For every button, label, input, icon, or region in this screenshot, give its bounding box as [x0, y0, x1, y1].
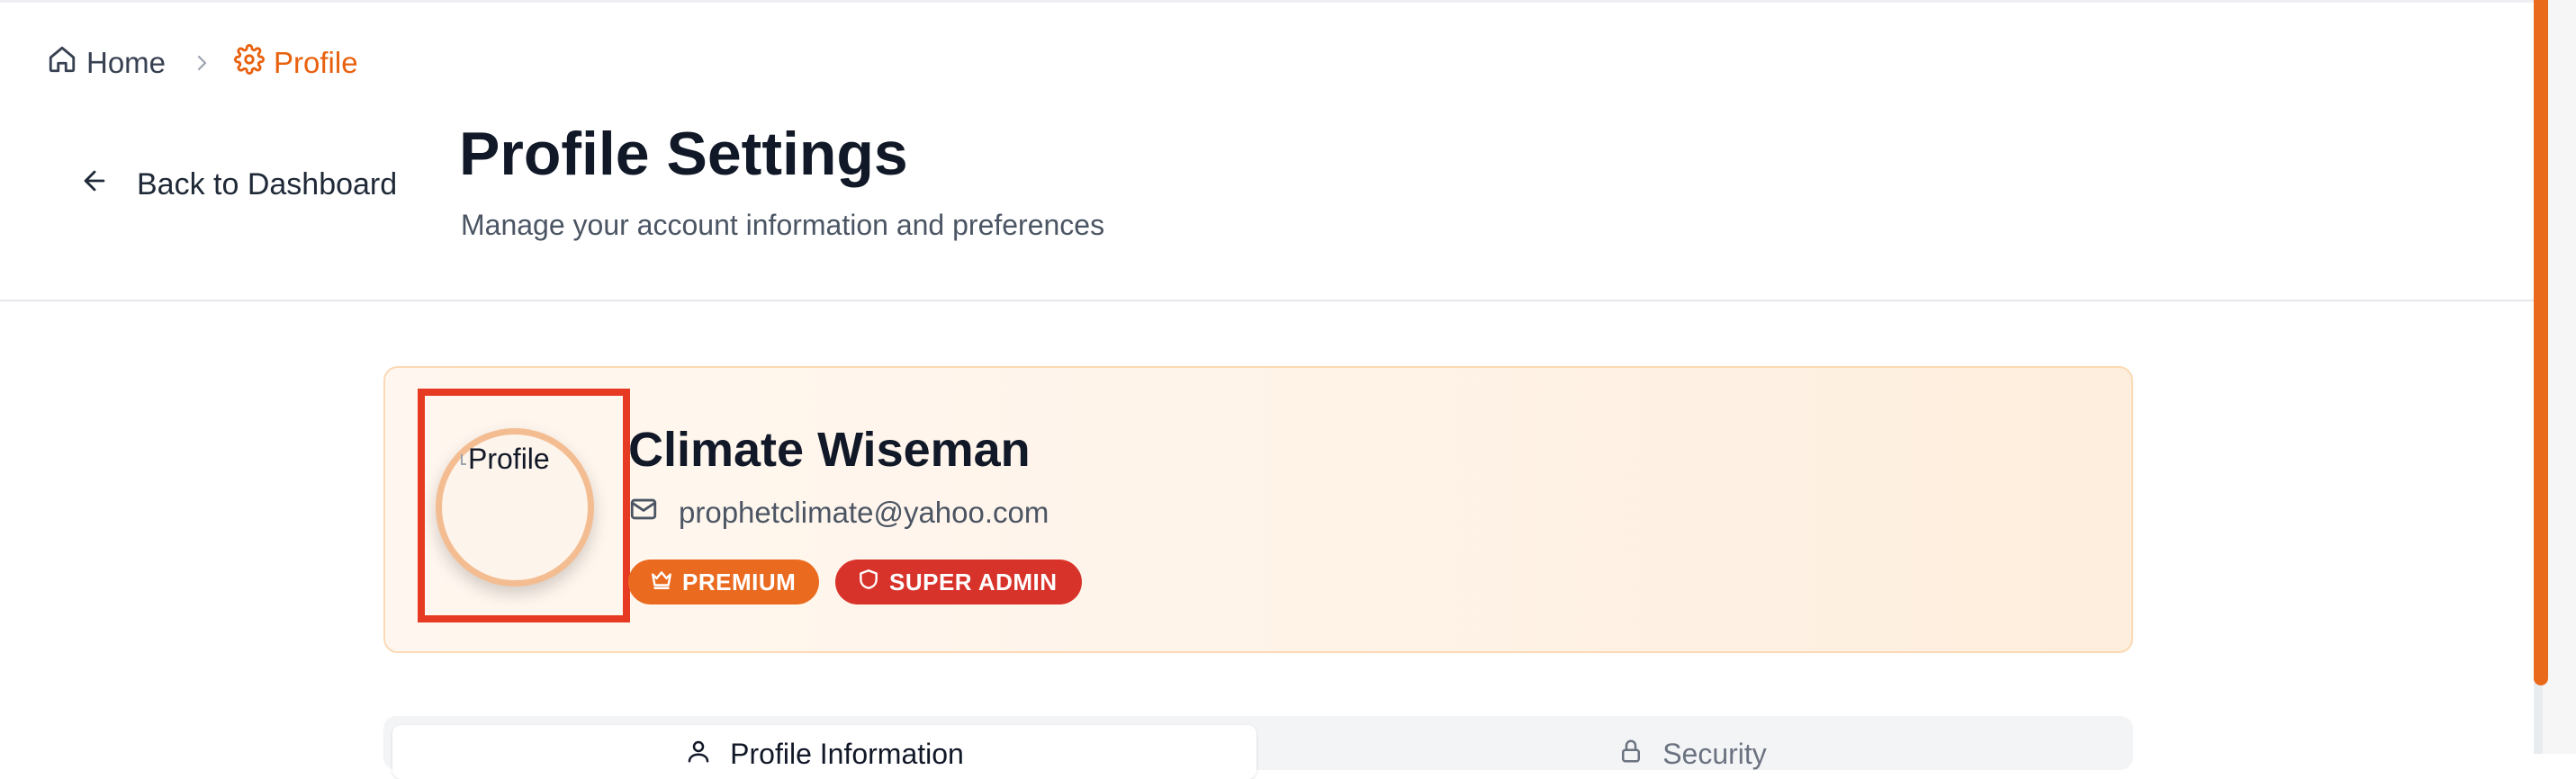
super-admin-badge: SUPER ADMIN: [835, 560, 1082, 604]
shield-icon: [857, 568, 880, 597]
crown-icon: [650, 568, 673, 597]
tab-profile-information[interactable]: Profile Information: [392, 725, 1256, 779]
avatar-highlight-outline: [418, 389, 630, 622]
tab-security-label: Security: [1662, 738, 1767, 770]
breadcrumb: Home Profile: [47, 44, 358, 82]
super-admin-badge-label: SUPER ADMIN: [889, 568, 1058, 595]
tab-profile-information-label: Profile Information: [730, 738, 964, 770]
arrow-left-icon: [79, 166, 110, 204]
scrollbar-thumb[interactable]: [2534, 0, 2548, 685]
breadcrumb-home-link[interactable]: Home: [47, 44, 166, 82]
lock-icon: [1617, 738, 1644, 772]
breadcrumb-current-label: Profile: [274, 46, 358, 79]
mail-icon: [628, 494, 659, 532]
user-icon: [685, 738, 712, 772]
tab-security[interactable]: Security: [1260, 729, 2124, 770]
breadcrumb-home-label: Home: [86, 46, 167, 79]
premium-badge: PREMIUM: [628, 560, 819, 604]
gear-icon: [234, 44, 265, 82]
user-email: prophetclimate@yahoo.com: [628, 493, 1049, 533]
premium-badge-label: PREMIUM: [682, 568, 797, 595]
user-email-text: prophetclimate@yahoo.com: [679, 496, 1049, 529]
top-border: [0, 0, 2534, 3]
home-icon: [47, 44, 77, 82]
back-button-label: Back to Dashboard: [137, 166, 398, 201]
page-title: Profile Settings: [459, 120, 908, 188]
back-to-dashboard-button[interactable]: Back to Dashboard: [79, 162, 397, 207]
chevron-right-icon: [191, 52, 212, 74]
header-divider: [0, 300, 2534, 301]
breadcrumb-current: Profile: [234, 44, 358, 82]
page-subtitle: Manage your account information and pref…: [461, 209, 1105, 241]
user-name: Climate Wiseman: [628, 423, 1031, 477]
